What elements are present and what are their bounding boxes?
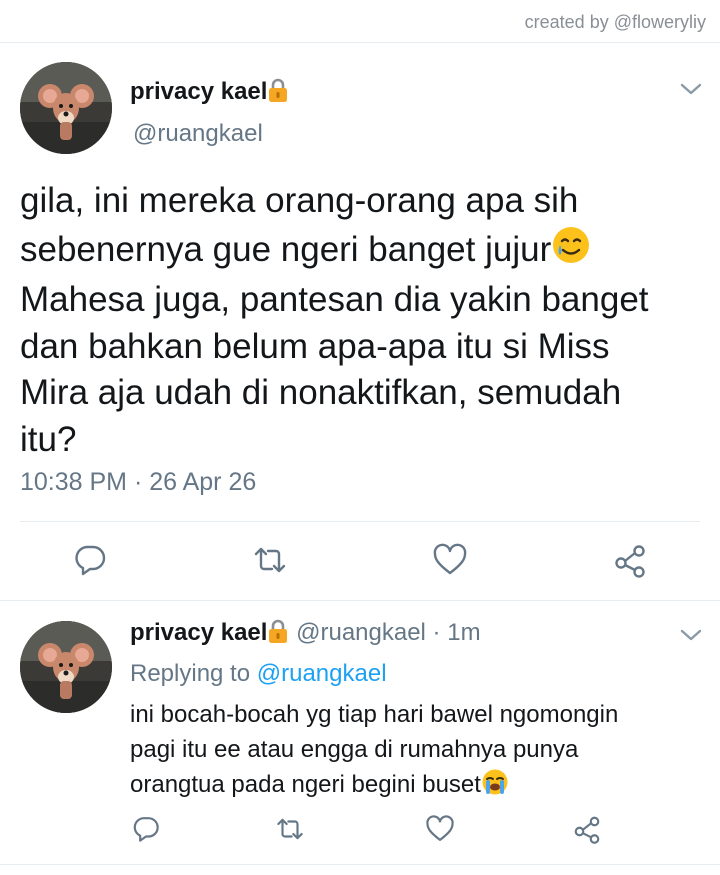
reply-avatar[interactable] [20, 621, 112, 713]
share-icon [574, 816, 600, 844]
tweet-date: 26 Apr 26 [149, 468, 257, 496]
retweet-button[interactable] [275, 814, 305, 844]
smiling-face-with-tear-icon [551, 225, 591, 278]
reply-header: privacy kael @ruangkael · 1m [130, 618, 481, 651]
reply-text-body: ini bocah-bocah yg tiap hari bawel ngomo… [130, 701, 619, 798]
tweet-timestamp[interactable]: 10:38 PM · 26 Apr 26 [20, 468, 256, 497]
actions-divider [20, 521, 700, 522]
display-name-text: privacy kael [130, 78, 268, 105]
heart-icon [433, 543, 467, 575]
tweet-divider [0, 600, 720, 601]
share-button[interactable] [572, 814, 602, 844]
reply-icon [133, 817, 159, 842]
replying-to: Replying to @ruangkael [130, 660, 387, 688]
replying-to-link[interactable]: @ruangkael [257, 660, 387, 687]
chevron-down-icon[interactable] [680, 82, 702, 96]
retweet-icon [254, 547, 286, 573]
tweet-text-part2: Mahesa juga, pantesan dia yakin banget d… [20, 280, 649, 459]
share-button[interactable] [612, 542, 648, 578]
bottom-divider [0, 864, 720, 865]
share-icon [615, 545, 645, 578]
retweet-icon [277, 818, 303, 840]
lock-icon [267, 618, 289, 651]
reply-handle[interactable]: @ruangkael [296, 619, 426, 646]
heart-icon [426, 815, 454, 841]
like-button[interactable] [425, 814, 455, 844]
lock-icon [267, 77, 289, 110]
like-button[interactable] [432, 542, 468, 578]
credit-text: created by @floweryliy [524, 12, 706, 32]
tweet-time: 10:38 PM [20, 468, 128, 496]
tweet-text: gila, ini mereka orang-orang apa sih seb… [20, 178, 690, 463]
replying-label: Replying to [130, 660, 257, 687]
reply-text: ini bocah-bocah yg tiap hari bawel ngomo… [130, 697, 700, 806]
tweet-text-part1: gila, ini mereka orang-orang apa sih seb… [20, 181, 579, 269]
reply-age[interactable]: 1m [447, 619, 480, 646]
reply-button[interactable] [131, 814, 161, 844]
top-divider [0, 42, 720, 43]
display-name[interactable]: privacy kael [130, 77, 289, 110]
loudly-crying-face-icon [481, 768, 509, 806]
reply-icon [75, 545, 106, 576]
avatar[interactable] [20, 62, 112, 154]
reply-button[interactable] [72, 542, 108, 578]
reply-display-name[interactable]: privacy kael [130, 619, 267, 646]
meta-dot: · [127, 468, 150, 496]
reply-dot: · [425, 619, 448, 646]
chevron-down-icon[interactable] [680, 628, 702, 642]
handle[interactable]: @ruangkael [133, 120, 263, 148]
retweet-button[interactable] [252, 542, 288, 578]
